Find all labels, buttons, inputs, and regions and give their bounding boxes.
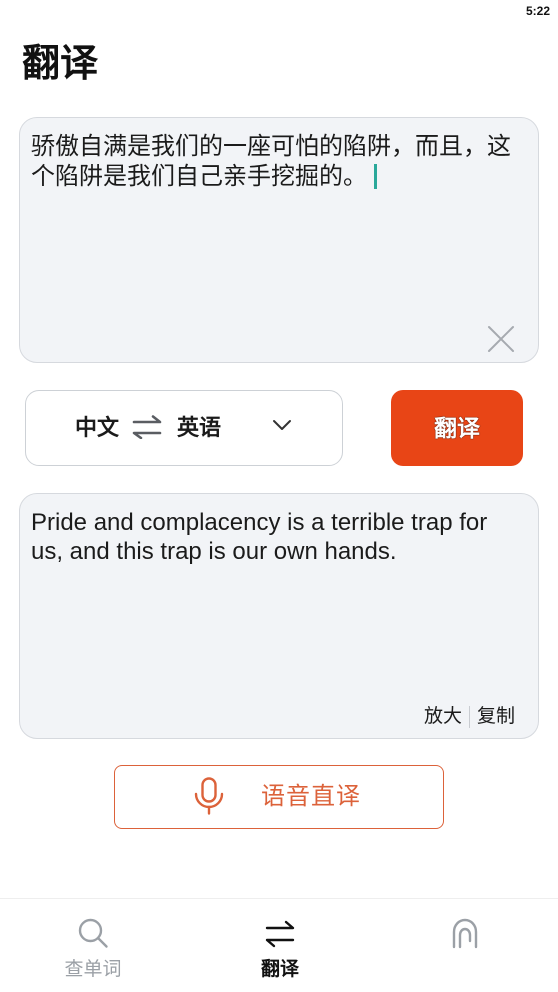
output-text: Pride and complacency is a terrible trap… — [31, 509, 488, 565]
chevron-down-icon — [272, 418, 292, 432]
search-icon — [77, 917, 109, 949]
source-text-content: 骄傲自满是我们的一座可怕的陷阱，而且，这个陷阱是我们自己亲手挖掘的。 — [31, 132, 526, 192]
output-text-field: Pride and complacency is a terrible trap… — [19, 493, 539, 739]
output-actions: 放大 复制 — [424, 705, 515, 729]
page-title: 翻译 — [22, 43, 99, 85]
enlarge-button[interactable]: 放大 — [424, 705, 462, 729]
arch-icon — [449, 917, 481, 949]
swap-arrows-icon — [264, 917, 296, 949]
bottom-nav: 查单词 翻译 — [0, 898, 558, 992]
source-language: 中文 — [75, 415, 120, 440]
target-language: 英语 — [177, 415, 222, 440]
language-selector[interactable]: 中文 英语 — [25, 390, 343, 466]
source-text: 骄傲自满是我们的一座可怕的陷阱，而且，这个陷阱是我们自己亲手挖掘的。 — [31, 133, 511, 190]
microphone-icon — [194, 777, 224, 815]
close-icon — [487, 325, 515, 353]
copy-button[interactable]: 复制 — [477, 705, 515, 729]
translate-button[interactable]: 翻译 — [391, 390, 523, 466]
nav-item-translate[interactable]: 翻译 — [217, 899, 343, 992]
nav-item-label: 翻译 — [260, 959, 299, 980]
action-divider — [468, 706, 470, 728]
status-time: 5:22 — [525, 4, 550, 18]
voice-translate-label: 语音直译 — [261, 783, 361, 810]
clear-button[interactable] — [487, 325, 515, 353]
swap-icon[interactable] — [132, 415, 162, 439]
nav-item-lookup[interactable]: 查单词 — [30, 899, 156, 992]
voice-translate-button[interactable]: 语音直译 — [114, 765, 444, 829]
nav-item-third[interactable] — [402, 899, 528, 992]
nav-item-label: 查单词 — [64, 959, 122, 980]
text-cursor — [374, 164, 377, 189]
source-text-field[interactable]: 骄傲自满是我们的一座可怕的陷阱，而且，这个陷阱是我们自己亲手挖掘的。 — [19, 117, 539, 363]
translate-button-label: 翻译 — [434, 415, 480, 441]
